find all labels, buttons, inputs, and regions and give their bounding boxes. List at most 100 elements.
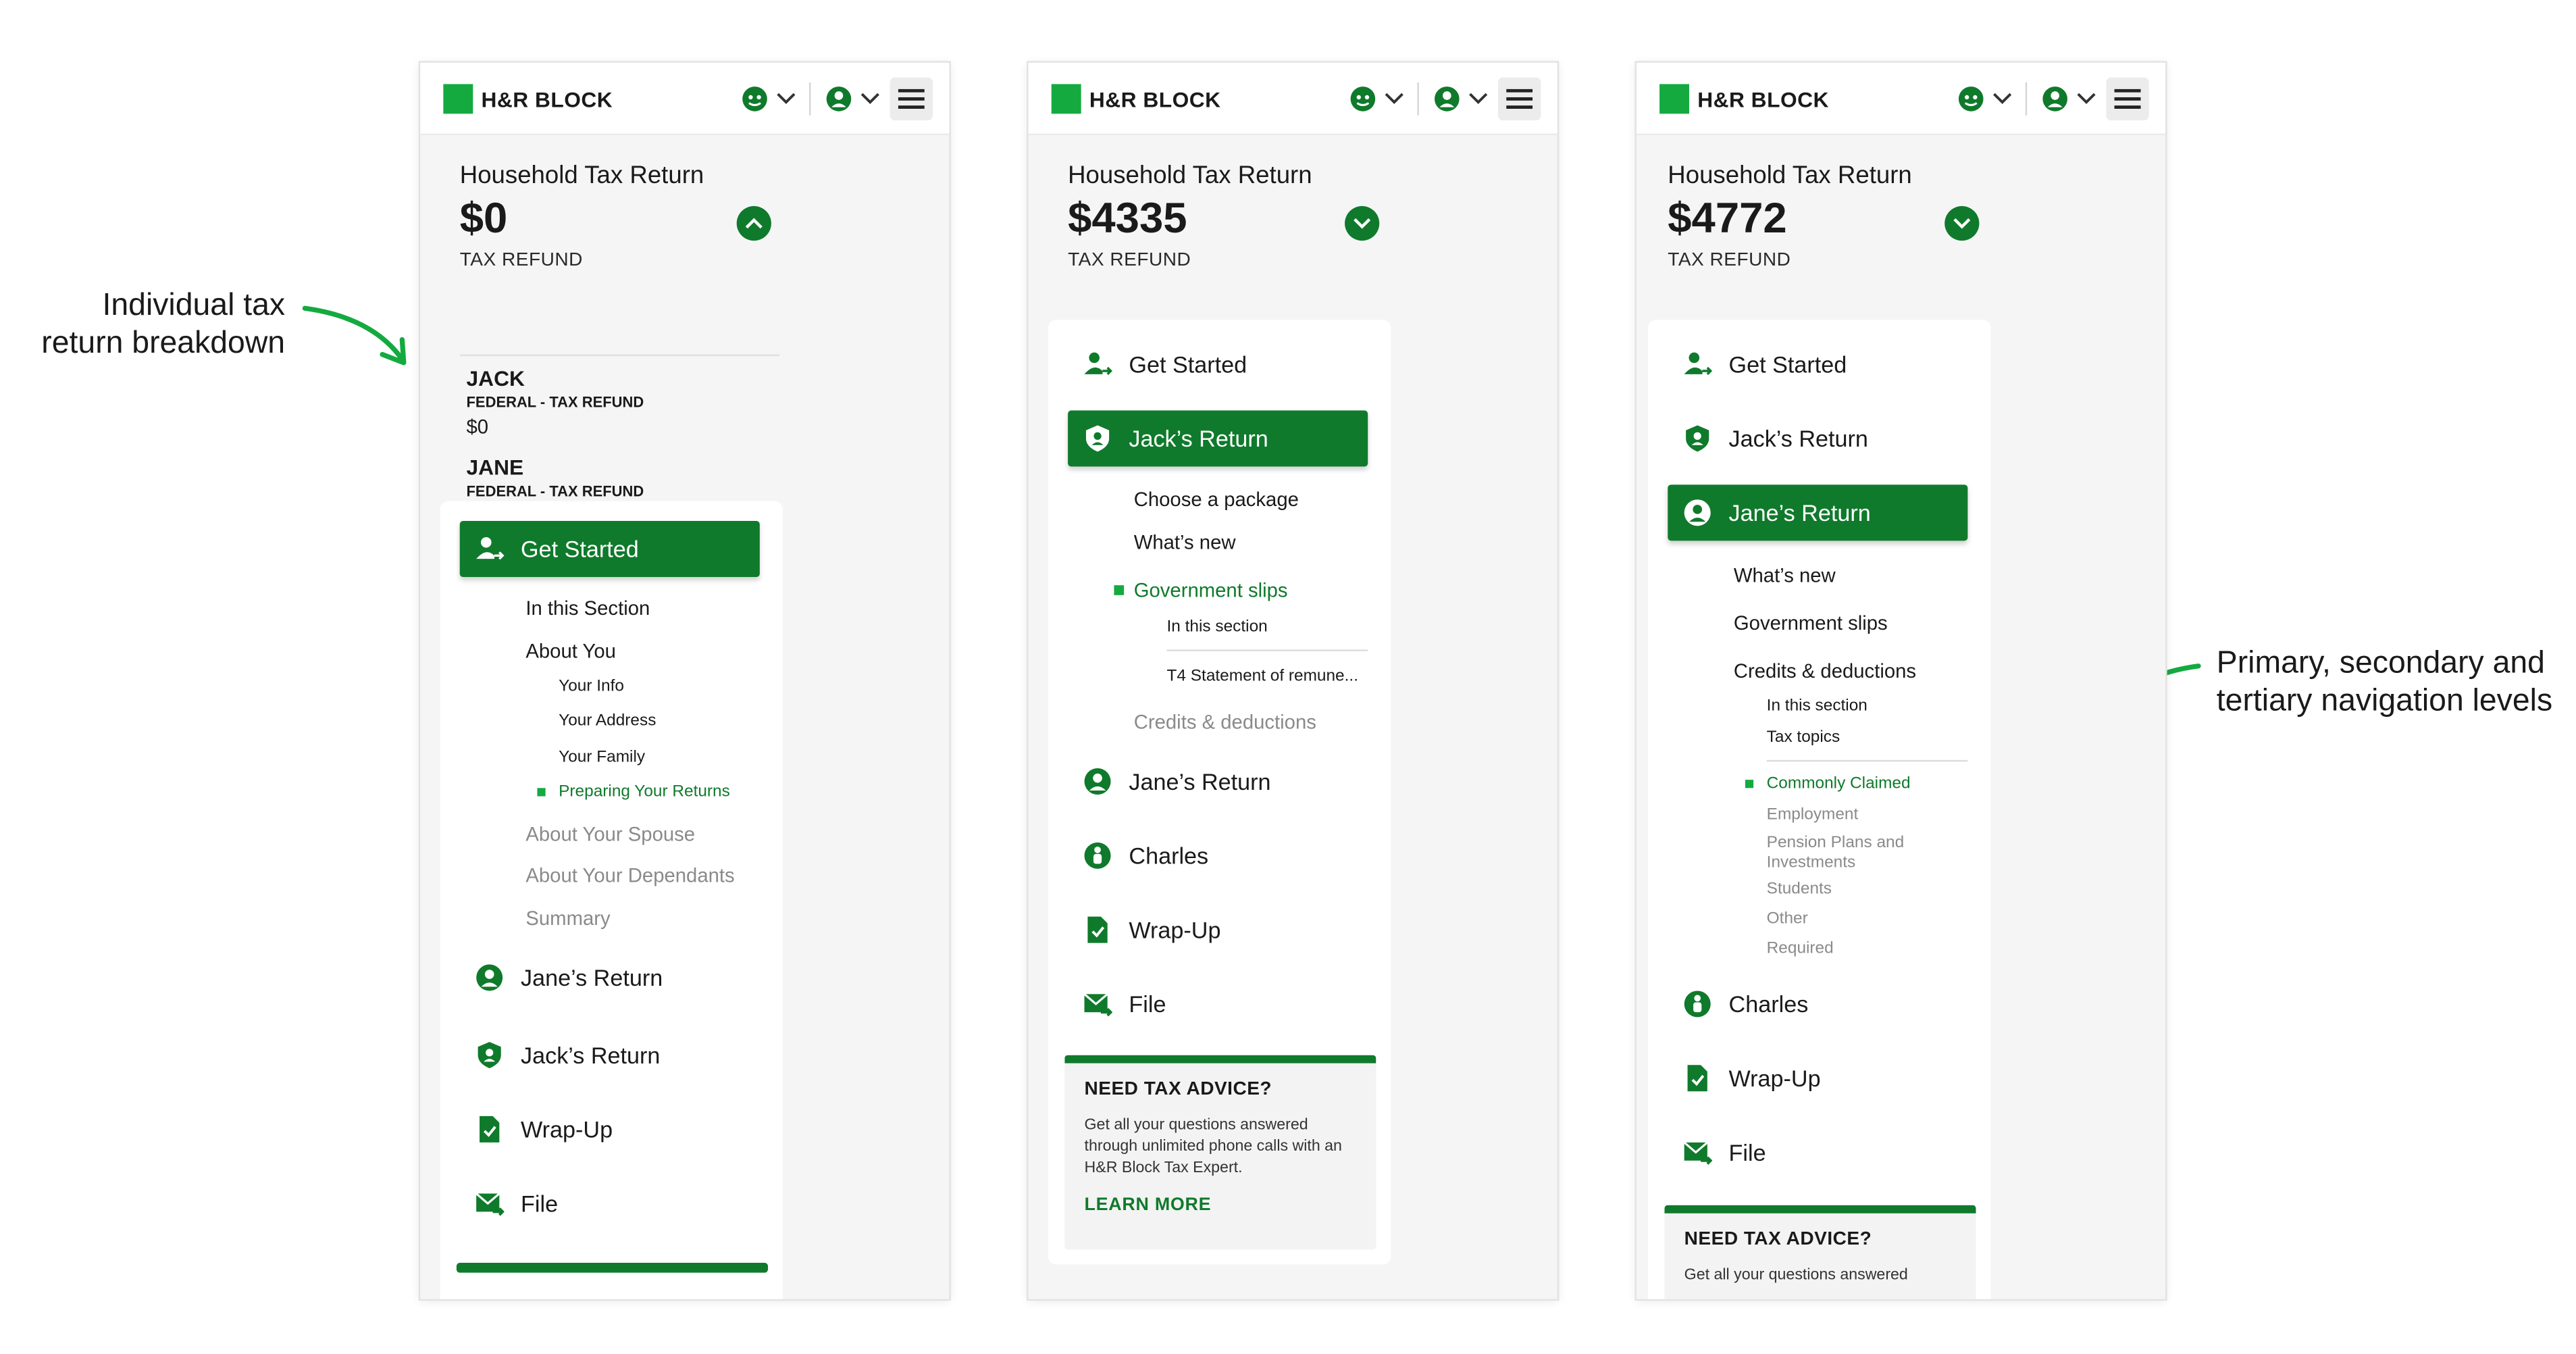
advice-body: Get all your questions answered through … — [1084, 1115, 1342, 1178]
phone-screen-1: H&R BLOCK Household Tax Return $0 TAX RE… — [420, 62, 950, 1299]
subnav-government-slips[interactable]: Government slips — [1734, 611, 1888, 634]
nav-wrap-up[interactable]: Wrap-Up — [460, 1101, 760, 1157]
nav-get-started[interactable]: Get Started — [1068, 336, 1368, 393]
subnav-pension[interactable]: Pension Plans and Investments — [1767, 834, 1905, 874]
subnav-in-this-section[interactable]: In this Section — [525, 597, 650, 620]
account-menu[interactable] — [2040, 78, 2107, 120]
chevron-down-icon — [1469, 93, 1488, 105]
subnav-t4-statement[interactable]: T4 Statement of remune... — [1167, 668, 1358, 686]
nav-label: Get Started — [1129, 351, 1247, 378]
app-header: H&R BLOCK — [1028, 62, 1557, 136]
chevron-down-icon — [1953, 218, 1971, 229]
shield-user-icon — [473, 1038, 506, 1072]
nav-charles[interactable]: Charles — [1668, 976, 1967, 1032]
nav-jacks-return[interactable]: Jack’s Return — [1668, 411, 1967, 467]
subnav-credits-deductions[interactable]: Credits & deductions — [1734, 659, 1916, 682]
assistant-menu[interactable] — [740, 78, 806, 120]
nav-label: Wrap-Up — [1728, 1065, 1821, 1092]
breakdown-name: JANE — [466, 455, 524, 480]
chevron-down-icon — [1993, 93, 2012, 105]
nav-jacks-return[interactable]: Jack’s Return — [460, 1027, 760, 1083]
nav-janes-return[interactable]: Jane’s Return — [1668, 484, 1968, 541]
header-actions — [1348, 77, 1541, 121]
subnav-required[interactable]: Required — [1767, 940, 1834, 958]
account-menu[interactable] — [824, 78, 890, 120]
nav-label: Charles — [1728, 991, 1809, 1018]
nav-label: Get Started — [1728, 351, 1847, 378]
hamburger-menu-button[interactable] — [1497, 77, 1541, 121]
chevron-down-icon — [1385, 93, 1403, 105]
mail-send-icon — [473, 1187, 506, 1220]
nav-charles[interactable]: Charles — [1068, 828, 1368, 884]
nav-wrap-up[interactable]: Wrap-Up — [1068, 902, 1368, 958]
user-circle-icon — [1681, 496, 1714, 529]
nav-label: Jane’s Return — [1129, 768, 1271, 795]
subnav-about-dependants[interactable]: About Your Dependants — [525, 864, 734, 887]
summary-title: Household Tax Return — [1668, 161, 1912, 190]
subnav-credits-deductions[interactable]: Credits & deductions — [1134, 711, 1316, 734]
summary-collapse-button[interactable] — [736, 206, 771, 241]
subnav-commonly-claimed[interactable]: Commonly Claimed — [1745, 775, 1911, 793]
subnav-in-this-section[interactable]: In this section — [1767, 697, 1867, 716]
hamburger-icon — [2114, 89, 2141, 109]
app-header: H&R BLOCK — [1636, 62, 2166, 136]
nav-wrap-up[interactable]: Wrap-Up — [1668, 1050, 1967, 1106]
subnav-about-spouse[interactable]: About Your Spouse — [525, 823, 695, 846]
nav-card: Get Started Jack’s Return Jane’s Return … — [1648, 320, 1991, 1299]
subnav-employment[interactable]: Employment — [1767, 806, 1859, 824]
nav-label: Jack’s Return — [1728, 425, 1868, 452]
learn-more-link[interactable]: LEARN MORE — [1085, 1195, 1357, 1215]
shield-user-icon — [1681, 422, 1714, 455]
assistant-icon — [1958, 86, 1984, 111]
subnav-whats-new[interactable]: What’s new — [1734, 563, 1836, 586]
account-menu[interactable] — [1432, 78, 1498, 120]
subnav-your-family[interactable]: Your Family — [559, 749, 645, 767]
breakdown-name: JACK — [466, 366, 525, 391]
nav-file[interactable]: File — [1068, 976, 1368, 1032]
summary-label: TAX REFUND — [1668, 250, 1791, 271]
person-arrow-icon — [473, 532, 506, 566]
hamburger-menu-button[interactable] — [2106, 77, 2149, 121]
subnav-your-address[interactable]: Your Address — [559, 712, 656, 730]
subnav-summary[interactable]: Summary — [525, 907, 610, 930]
nav-janes-return[interactable]: Jane’s Return — [460, 949, 760, 1005]
subnav-tax-topics[interactable]: Tax topics — [1767, 728, 1840, 747]
brand-logo[interactable]: H&R BLOCK — [1659, 84, 1829, 114]
hamburger-menu-button[interactable] — [890, 77, 933, 121]
subnav-other[interactable]: Other — [1767, 910, 1808, 928]
summary-title: Household Tax Return — [1068, 161, 1312, 190]
logo-square — [1659, 84, 1689, 114]
summary-expand-button[interactable] — [1944, 206, 1980, 241]
subnav-in-this-section[interactable]: In this section — [1167, 618, 1268, 636]
advice-title: NEED TAX ADVICE? — [1684, 1230, 1872, 1250]
nav-get-started[interactable]: Get Started — [1668, 336, 1967, 393]
nav-file[interactable]: File — [1668, 1124, 1967, 1180]
nav-janes-return[interactable]: Jane’s Return — [1068, 753, 1368, 809]
phone-screen-3: H&R BLOCK Household Tax Return $4772 TAX… — [1636, 62, 2166, 1299]
subnav-whats-new[interactable]: What’s new — [1134, 531, 1236, 554]
nav-label: Get Started — [521, 536, 639, 563]
subnav-students[interactable]: Students — [1767, 880, 1832, 899]
brand-logo[interactable]: H&R BLOCK — [1051, 84, 1221, 114]
summary-divider — [459, 354, 780, 357]
nav-label: Jack’s Return — [1129, 425, 1268, 452]
assistant-menu[interactable] — [1348, 78, 1414, 120]
user-icon — [2042, 86, 2067, 111]
subnav-preparing-returns[interactable]: Preparing Your Returns — [537, 783, 730, 801]
subnav-pension-line1: Pension Plans and — [1766, 834, 1905, 853]
subnav-government-slips[interactable]: Government slips — [1114, 578, 1288, 602]
nav-jacks-return[interactable]: Jack’s Return — [1068, 410, 1368, 467]
summary-expand-button[interactable] — [1345, 206, 1380, 241]
nav-file[interactable]: File — [460, 1176, 760, 1232]
brand-logo[interactable]: H&R BLOCK — [443, 84, 613, 114]
header-divider — [2025, 82, 2028, 116]
subnav-choose-package[interactable]: Choose a package — [1134, 488, 1299, 511]
assistant-menu[interactable] — [1956, 78, 2022, 120]
summary-title: Household Tax Return — [459, 161, 704, 190]
nav-get-started[interactable]: Get Started — [459, 521, 760, 577]
nav-label: Wrap-Up — [1129, 916, 1221, 943]
subnav-about-you[interactable]: About You — [525, 640, 616, 663]
chevron-down-icon — [1354, 218, 1371, 229]
child-circle-icon — [1681, 988, 1714, 1021]
subnav-your-info[interactable]: Your Info — [559, 678, 624, 696]
